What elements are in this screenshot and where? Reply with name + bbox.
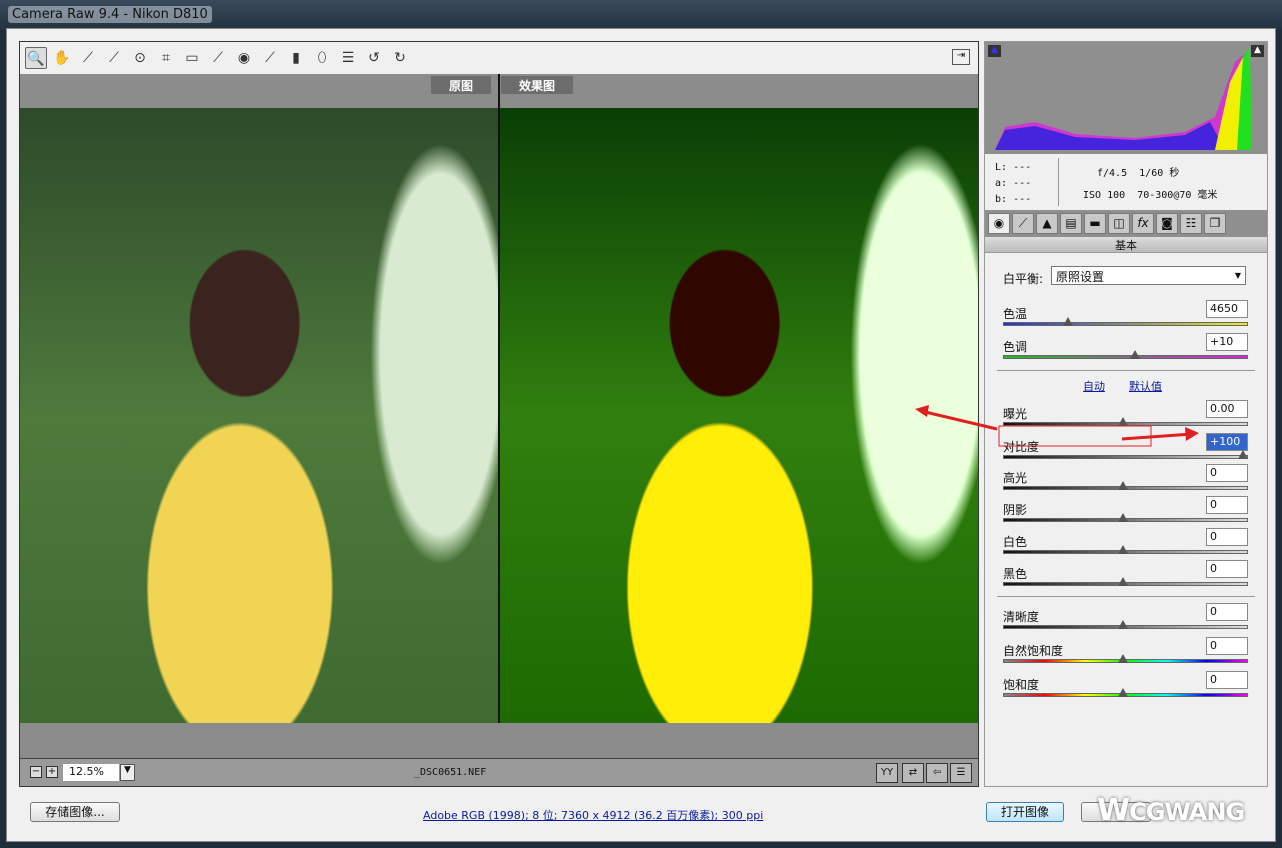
default-link[interactable]: 默认值 <box>1129 378 1162 394</box>
straighten-icon[interactable]: ▭ <box>181 47 203 69</box>
slider-label: 白色 <box>1003 535 1028 549</box>
slider-label: 色调 <box>1003 340 1028 354</box>
after-label: 效果图 <box>501 76 574 94</box>
aperture: f/4.5 <box>1097 168 1128 179</box>
tab-lens-corrections[interactable]: ◫ <box>1108 213 1130 234</box>
slider-thumb[interactable] <box>1118 513 1128 522</box>
before-label: 原图 <box>431 76 492 94</box>
slider-value-field[interactable]: 0 <box>1206 637 1248 655</box>
slider-thumb[interactable] <box>1118 481 1128 490</box>
slider-thumb[interactable] <box>1130 350 1140 359</box>
info-area: L: --- a: --- b: --- f/4.5 1/60 秒 ISO 10… <box>985 154 1267 210</box>
rotate-right-icon[interactable]: ↻ <box>389 47 411 69</box>
slider-value-field[interactable]: 4650 <box>1206 300 1248 318</box>
slider-track[interactable] <box>1003 355 1248 359</box>
tab-effects[interactable]: fx <box>1132 213 1154 234</box>
slider-value-field[interactable]: 0 <box>1206 560 1248 578</box>
tab-basic[interactable]: ◉ <box>988 213 1010 234</box>
slider-value-field[interactable]: +100 <box>1206 433 1248 451</box>
slider-label: 黑色 <box>1003 567 1028 581</box>
lab-a-value: --- <box>1013 178 1032 189</box>
slider-label: 阴影 <box>1003 503 1028 517</box>
slider-label: 色温 <box>1003 307 1028 321</box>
title-bar: Camera Raw 9.4 - Nikon D810 <box>0 0 1282 30</box>
tab-split-toning[interactable]: ▬ <box>1084 213 1106 234</box>
before-image <box>20 108 498 723</box>
window-title: Camera Raw 9.4 - Nikon D810 <box>8 6 212 23</box>
crop-icon[interactable]: ⌗ <box>155 47 177 69</box>
slider-thumb[interactable] <box>1118 688 1128 697</box>
slider-value-field[interactable]: 0 <box>1206 671 1248 689</box>
slider-thumb[interactable] <box>1238 450 1248 459</box>
zoom-out-button[interactable]: − <box>30 766 42 778</box>
slider-value-field[interactable]: +10 <box>1206 333 1248 351</box>
white-balance-select[interactable]: 原照设置 ▼ <box>1051 266 1246 285</box>
radial-filter-icon[interactable]: ⬯ <box>311 47 333 69</box>
slider-value-field[interactable]: 0 <box>1206 464 1248 482</box>
copy-settings-button[interactable]: ⇦ <box>926 763 948 783</box>
lab-l-value: --- <box>1013 162 1032 173</box>
zoom-in-button[interactable]: + <box>46 766 58 778</box>
hand-icon[interactable]: ✋ <box>51 47 73 69</box>
graduated-filter-icon[interactable]: ▮ <box>285 47 307 69</box>
slider-value-field[interactable]: 0 <box>1206 603 1248 621</box>
toggle-settings-button[interactable]: ☰ <box>950 763 972 783</box>
before-after-view-button[interactable]: YY <box>876 763 898 783</box>
iso: ISO 100 <box>1083 190 1126 201</box>
slider-value-field[interactable]: 0 <box>1206 496 1248 514</box>
lab-b-value: --- <box>1013 194 1032 205</box>
slider-value-field[interactable]: 0.00 <box>1206 400 1248 418</box>
panel-tabs: ◉ ⟋ ▲ ▤ ▬ ◫ fx ◙ ☷ ❐ <box>985 210 1267 237</box>
slider-label: 清晰度 <box>1003 610 1040 624</box>
zoom-level-field[interactable]: 12.5% <box>63 764 119 781</box>
filename: _DSC0651.NEF <box>414 767 487 778</box>
histogram: ▲ ▲ <box>985 42 1267 154</box>
slider-thumb[interactable] <box>1118 577 1128 586</box>
watermark-logo: WCGWANG <box>1097 793 1245 828</box>
auto-link[interactable]: 自动 <box>1083 378 1105 394</box>
preferences-icon[interactable]: ☰ <box>337 47 359 69</box>
adjustment-brush-icon[interactable]: ⟋ <box>259 47 281 69</box>
preview-area: 🔍 ✋ ⟋ ⟋ ⊙ ⌗ ▭ ⟋ ◉ ⟋ ▮ ⬯ ☰ ↺ ↻ ⇥ 原图 效果图 − + 12.5% ▼ _DS… <box>19 41 979 787</box>
shutter: 1/60 秒 <box>1139 168 1180 179</box>
slider-label: 饱和度 <box>1003 678 1040 692</box>
tab-tone-curve[interactable]: ⟋ <box>1012 213 1034 234</box>
exit-icon[interactable]: ⇥ <box>952 49 970 65</box>
spot-removal-icon[interactable]: ⟋ <box>207 47 229 69</box>
slider-label: 高光 <box>1003 471 1028 485</box>
save-image-button[interactable]: 存储图像... <box>30 802 120 822</box>
workflow-options-link[interactable]: Adobe RGB (1998); 8 位; 7360 x 4912 (36.2… <box>423 807 763 823</box>
slider-track[interactable] <box>1003 322 1248 326</box>
target-adjust-icon[interactable]: ⊙ <box>129 47 151 69</box>
annotation-arrows <box>915 405 1199 447</box>
color-sampler-icon[interactable]: ⟋ <box>103 47 125 69</box>
toolbar: 🔍 ✋ ⟋ ⟋ ⊙ ⌗ ▭ ⟋ ◉ ⟋ ▮ ⬯ ☰ ↺ ↻ <box>20 42 978 74</box>
tab-snapshots[interactable]: ❐ <box>1204 213 1226 234</box>
camera-raw-dialog: 🔍 ✋ ⟋ ⟋ ⊙ ⌗ ▭ ⟋ ◉ ⟋ ▮ ⬯ ☰ ↺ ↻ ⇥ 原图 效果图 − + 12.5% ▼ _DS… <box>6 28 1276 842</box>
zoom-icon[interactable]: 🔍 <box>25 47 47 69</box>
slider-thumb[interactable] <box>1118 620 1128 629</box>
tab-detail[interactable]: ▲ <box>1036 213 1058 234</box>
panel-title: 基本 <box>985 237 1267 253</box>
status-bar: − + 12.5% ▼ _DSC0651.NEF YY ⇄ ⇦ ☰ <box>20 758 978 786</box>
tab-hsl[interactable]: ▤ <box>1060 213 1082 234</box>
lens: 70-300@70 毫米 <box>1137 190 1218 201</box>
tab-presets[interactable]: ☷ <box>1180 213 1202 234</box>
slider-thumb[interactable] <box>1062 317 1073 326</box>
slider-thumb[interactable] <box>1118 545 1128 554</box>
rotate-left-icon[interactable]: ↺ <box>363 47 385 69</box>
tab-camera-calibration[interactable]: ◙ <box>1156 213 1178 234</box>
open-image-button[interactable]: 打开图像 <box>986 802 1064 822</box>
slider-label: 自然饱和度 <box>1003 644 1064 658</box>
white-balance-icon[interactable]: ⟋ <box>77 47 99 69</box>
zoom-dropdown[interactable]: ▼ <box>120 764 135 781</box>
swap-settings-button[interactable]: ⇄ <box>902 763 924 783</box>
red-eye-icon[interactable]: ◉ <box>233 47 255 69</box>
slider-thumb[interactable] <box>1118 654 1128 663</box>
slider-value-field[interactable]: 0 <box>1206 528 1248 546</box>
